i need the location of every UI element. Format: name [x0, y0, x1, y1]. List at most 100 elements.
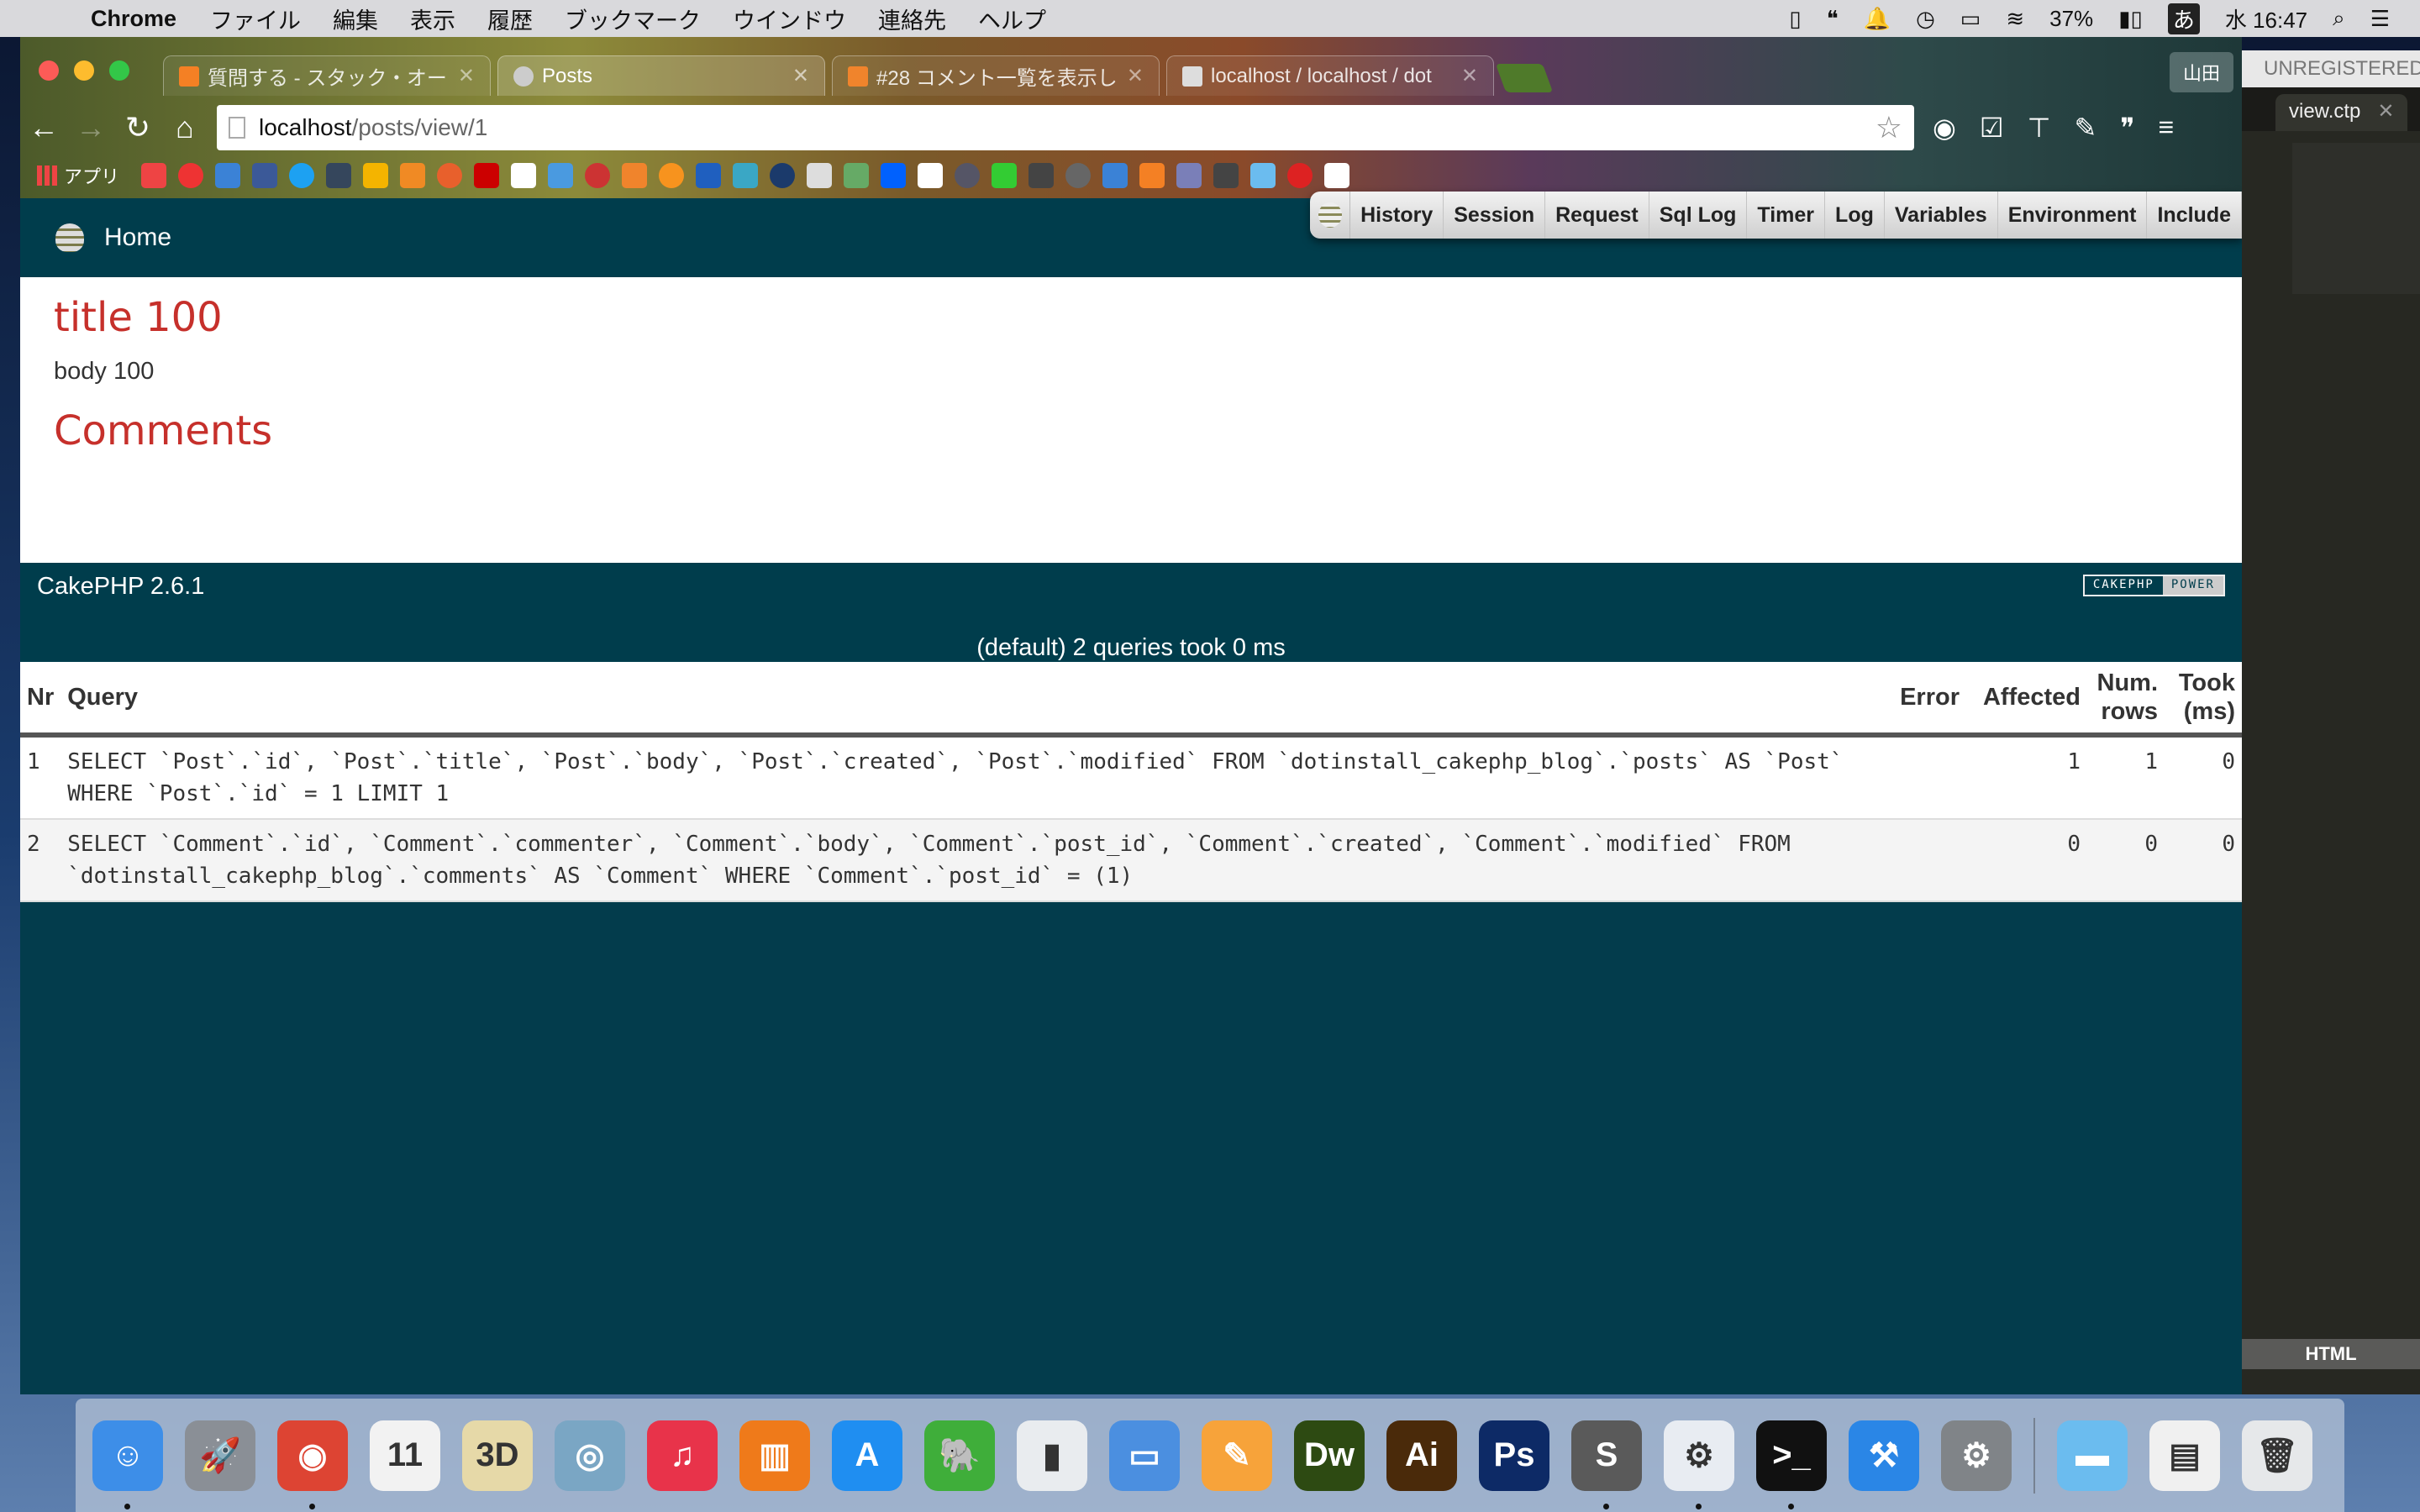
- chart-extension-icon[interactable]: ☑: [1980, 112, 2004, 144]
- bookmark-facebook-icon[interactable]: [252, 163, 278, 188]
- bookmark-image-icon[interactable]: [807, 163, 833, 188]
- new-tab-button[interactable]: [1495, 64, 1554, 92]
- airplay-icon[interactable]: ▭: [1960, 6, 1981, 32]
- finder-icon[interactable]: ☺: [92, 1420, 163, 1509]
- close-file-tab-icon[interactable]: ✕: [2377, 100, 2394, 123]
- bookmark-cw-icon[interactable]: [733, 163, 759, 188]
- wifi-icon[interactable]: ≋: [2006, 6, 2024, 32]
- bookmark-l-icon[interactable]: [400, 163, 426, 188]
- close-window-button[interactable]: [39, 60, 59, 81]
- input-method-indicator[interactable]: あ: [2167, 3, 2200, 34]
- bookmark-yahoo-icon[interactable]: [474, 163, 500, 188]
- xcode-icon[interactable]: ⚒: [1849, 1420, 1919, 1491]
- system-preferences-icon[interactable]: ⚙: [1941, 1420, 2012, 1491]
- bookmark-stackoverflow-icon[interactable]: [1139, 163, 1165, 188]
- home-link[interactable]: Home: [104, 223, 171, 252]
- bookmark-stripes-icon[interactable]: [1102, 163, 1128, 188]
- phone-icon[interactable]: ▯: [1789, 6, 1801, 32]
- folder-icon[interactable]: ▬: [2057, 1420, 2128, 1491]
- gear-app-icon[interactable]: ⚙: [1664, 1420, 1734, 1509]
- quote-extension-icon[interactable]: ❞: [2120, 112, 2134, 144]
- editor-file-tab[interactable]: view.ctp ✕: [2275, 94, 2408, 131]
- terminal-icon[interactable]: >_: [1756, 1420, 1827, 1509]
- close-tab-icon[interactable]: ✕: [792, 64, 809, 88]
- editor-minimap[interactable]: [2292, 143, 2420, 294]
- debug-kit-toggle[interactable]: [1310, 192, 1351, 239]
- itunes-icon[interactable]: ♫: [647, 1420, 718, 1491]
- back-button[interactable]: ←: [20, 110, 67, 145]
- debug-tab-include[interactable]: Include: [2147, 192, 2242, 239]
- close-tab-icon[interactable]: ✕: [1127, 64, 1144, 88]
- close-tab-icon[interactable]: ✕: [458, 64, 475, 88]
- debug-tab-session[interactable]: Session: [1444, 192, 1546, 239]
- bookmark-calendar-icon[interactable]: [215, 163, 241, 188]
- pen-extension-icon[interactable]: ✎: [2074, 112, 2096, 144]
- pages-icon[interactable]: ✎: [1202, 1420, 1272, 1491]
- menu-help[interactable]: ヘルプ: [978, 3, 1046, 35]
- bookmark-apps[interactable]: アプリ: [37, 162, 119, 189]
- bookmark-page-icon[interactable]: [1324, 163, 1350, 188]
- color-picker-extension-icon[interactable]: ◉: [1933, 112, 1956, 144]
- debug-tab-environment[interactable]: Environment: [1998, 192, 2148, 239]
- syntax-indicator[interactable]: HTML: [2242, 1339, 2420, 1369]
- calendar-icon[interactable]: 11: [370, 1420, 440, 1491]
- clock[interactable]: 水 16:47: [2225, 3, 2307, 34]
- profile-button[interactable]: 山田: [2170, 52, 2233, 92]
- bookmark-badge-icon[interactable]: [1287, 163, 1313, 188]
- cakephp-power-badge[interactable]: CAKEPHP POWER: [2082, 575, 2225, 596]
- chrome-menu-icon[interactable]: ≡: [2159, 112, 2175, 144]
- bookmark-twitter-icon[interactable]: [289, 163, 315, 188]
- spotlight-search-icon[interactable]: ⌕: [2333, 5, 2345, 32]
- bookmark-target-icon[interactable]: [585, 163, 611, 188]
- bookmark-amazon-icon[interactable]: [511, 163, 537, 188]
- bookmark-folder-icon[interactable]: [1250, 163, 1276, 188]
- forward-button[interactable]: →: [67, 110, 114, 145]
- bookmark-php-icon[interactable]: [1176, 163, 1202, 188]
- debug-tab-history[interactable]: History: [1350, 192, 1444, 239]
- menu-bookmarks[interactable]: ブックマーク: [565, 3, 701, 35]
- evernote-icon[interactable]: 🐘: [924, 1420, 995, 1491]
- trash-icon[interactable]: 🗑: [2242, 1420, 2312, 1491]
- bookmark-gmail-icon[interactable]: [141, 163, 167, 188]
- bookmark-tumblr-icon[interactable]: [326, 163, 352, 188]
- bookmark-code-icon[interactable]: [1213, 163, 1239, 188]
- bookmark-star-icon[interactable]: ☆: [1876, 110, 1902, 145]
- photoshop-icon[interactable]: Ps: [1479, 1420, 1549, 1491]
- chrome-icon[interactable]: ◉: [277, 1420, 348, 1509]
- tab-stackoverflow[interactable]: 質問する - スタック・オー ✕: [163, 55, 491, 96]
- ibooks-icon[interactable]: ▥: [739, 1420, 810, 1491]
- minimize-window-button[interactable]: [74, 60, 94, 81]
- menu-window[interactable]: ウインドウ: [733, 3, 846, 35]
- numbers-icon[interactable]: ▮: [1017, 1420, 1087, 1491]
- app-store-icon[interactable]: A: [832, 1420, 902, 1491]
- debug-tab-sql-log[interactable]: Sql Log: [1649, 192, 1748, 239]
- bookmark-owl-icon[interactable]: [955, 163, 981, 188]
- maps-icon[interactable]: 3D: [462, 1420, 533, 1491]
- bookmark-moon-icon[interactable]: [659, 163, 685, 188]
- debug-tab-variables[interactable]: Variables: [1885, 192, 1998, 239]
- bookmark-e-icon[interactable]: [770, 163, 796, 188]
- bookmark-d-icon[interactable]: [178, 163, 204, 188]
- home-button[interactable]: ⌂: [161, 110, 208, 145]
- bookmark-drive-icon[interactable]: [363, 163, 389, 188]
- bookmark-cube-icon[interactable]: [548, 163, 574, 188]
- bookmark-location-icon[interactable]: [1028, 163, 1055, 188]
- bookmark-check-icon[interactable]: [844, 163, 870, 188]
- bookmark-n-icon[interactable]: [918, 163, 944, 188]
- menu-app-name[interactable]: Chrome: [91, 6, 176, 32]
- address-bar[interactable]: localhost/posts/view/1 ☆: [217, 105, 1914, 150]
- notification-center-icon[interactable]: ☰: [2370, 6, 2390, 32]
- launchpad-icon[interactable]: 🚀: [185, 1420, 255, 1491]
- tab-posts[interactable]: Posts ✕: [497, 55, 825, 96]
- illustrator-icon[interactable]: Ai: [1386, 1420, 1457, 1491]
- menu-people[interactable]: 連絡先: [878, 3, 946, 35]
- bookmark-evernote-icon[interactable]: [992, 163, 1018, 188]
- menu-edit[interactable]: 編集: [333, 3, 378, 35]
- time-machine-icon[interactable]: ◷: [1916, 6, 1935, 32]
- menu-file[interactable]: ファイル: [210, 3, 301, 35]
- notification-bell-icon[interactable]: 🔔: [1864, 6, 1891, 32]
- dreamweaver-icon[interactable]: Dw: [1294, 1420, 1365, 1491]
- bookmark-apple-icon[interactable]: [1065, 163, 1092, 188]
- image-capture-icon[interactable]: ◎: [555, 1420, 625, 1491]
- bookmark-l-blue-icon[interactable]: [696, 163, 722, 188]
